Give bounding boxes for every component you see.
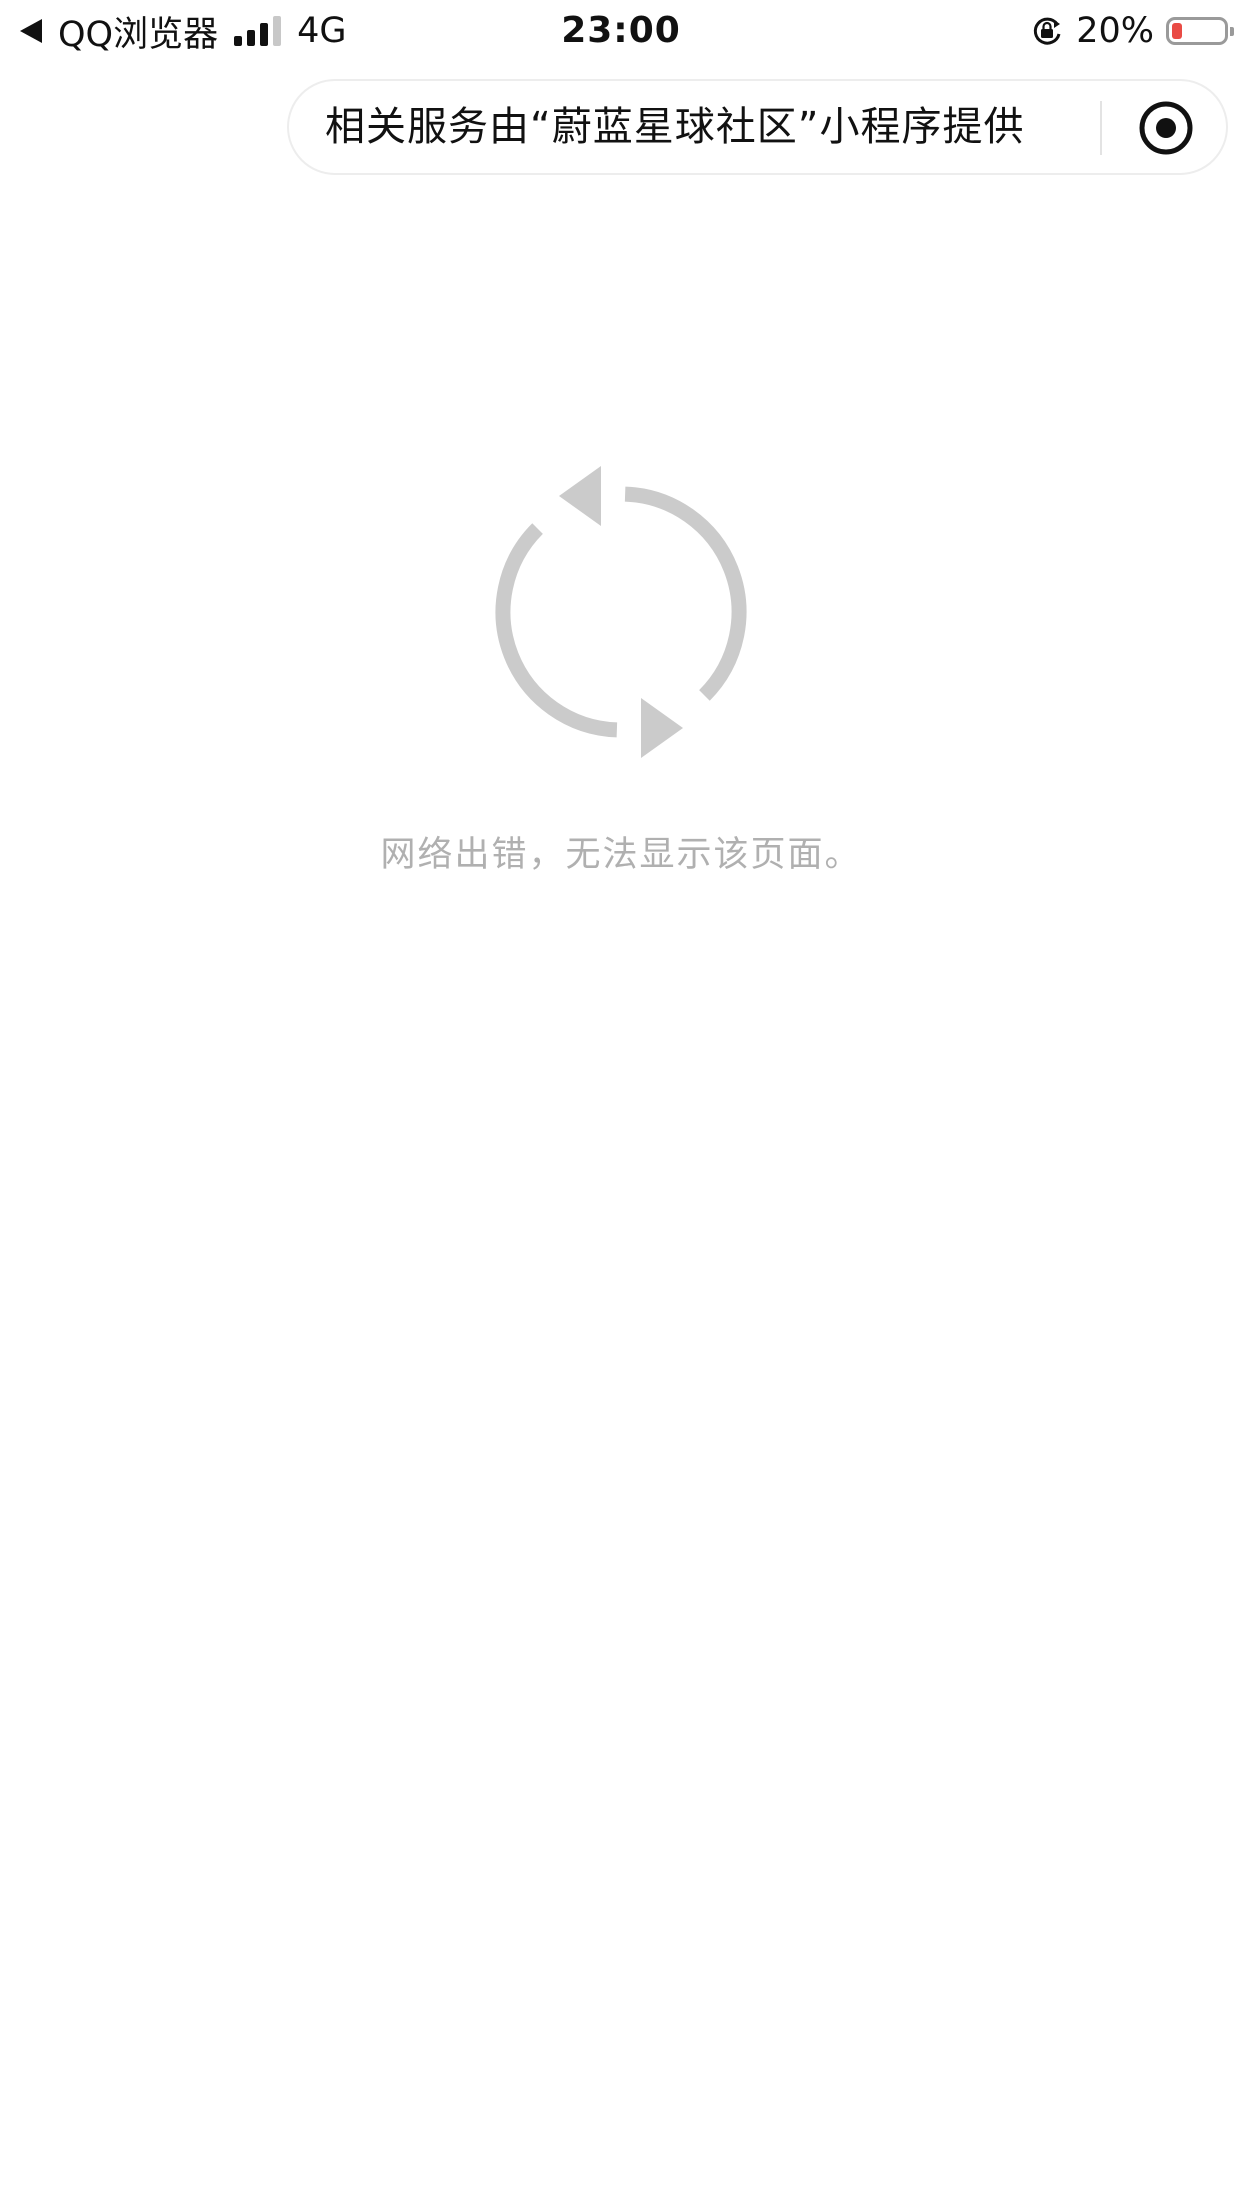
- network-error-message: 网络出错，无法显示该页面。: [380, 835, 862, 875]
- refresh-arrowhead-bottom: [641, 698, 683, 758]
- refresh-arc-upper: [624, 486, 747, 701]
- service-notice-text: 相关服务由“蔚蓝星球社区”小程序提供: [325, 104, 1025, 150]
- battery-percent: 20%: [1076, 11, 1154, 51]
- capsule-divider: [1100, 101, 1102, 155]
- service-notice-capsule: 相关服务由“蔚蓝星球社区”小程序提供: [287, 79, 1228, 175]
- status-bar: QQ浏览器 4G 23:00 20%: [0, 0, 1242, 62]
- refresh-arc-lower: [495, 523, 618, 738]
- record-icon[interactable]: [1137, 99, 1195, 157]
- rotation-lock-icon: [1034, 17, 1061, 45]
- battery-icon: [1166, 17, 1234, 45]
- status-right: 20%: [1030, 8, 1234, 54]
- refresh-icon[interactable]: [481, 452, 761, 772]
- battery-level-fill: [1172, 23, 1182, 39]
- refresh-arrowhead-top: [559, 466, 601, 526]
